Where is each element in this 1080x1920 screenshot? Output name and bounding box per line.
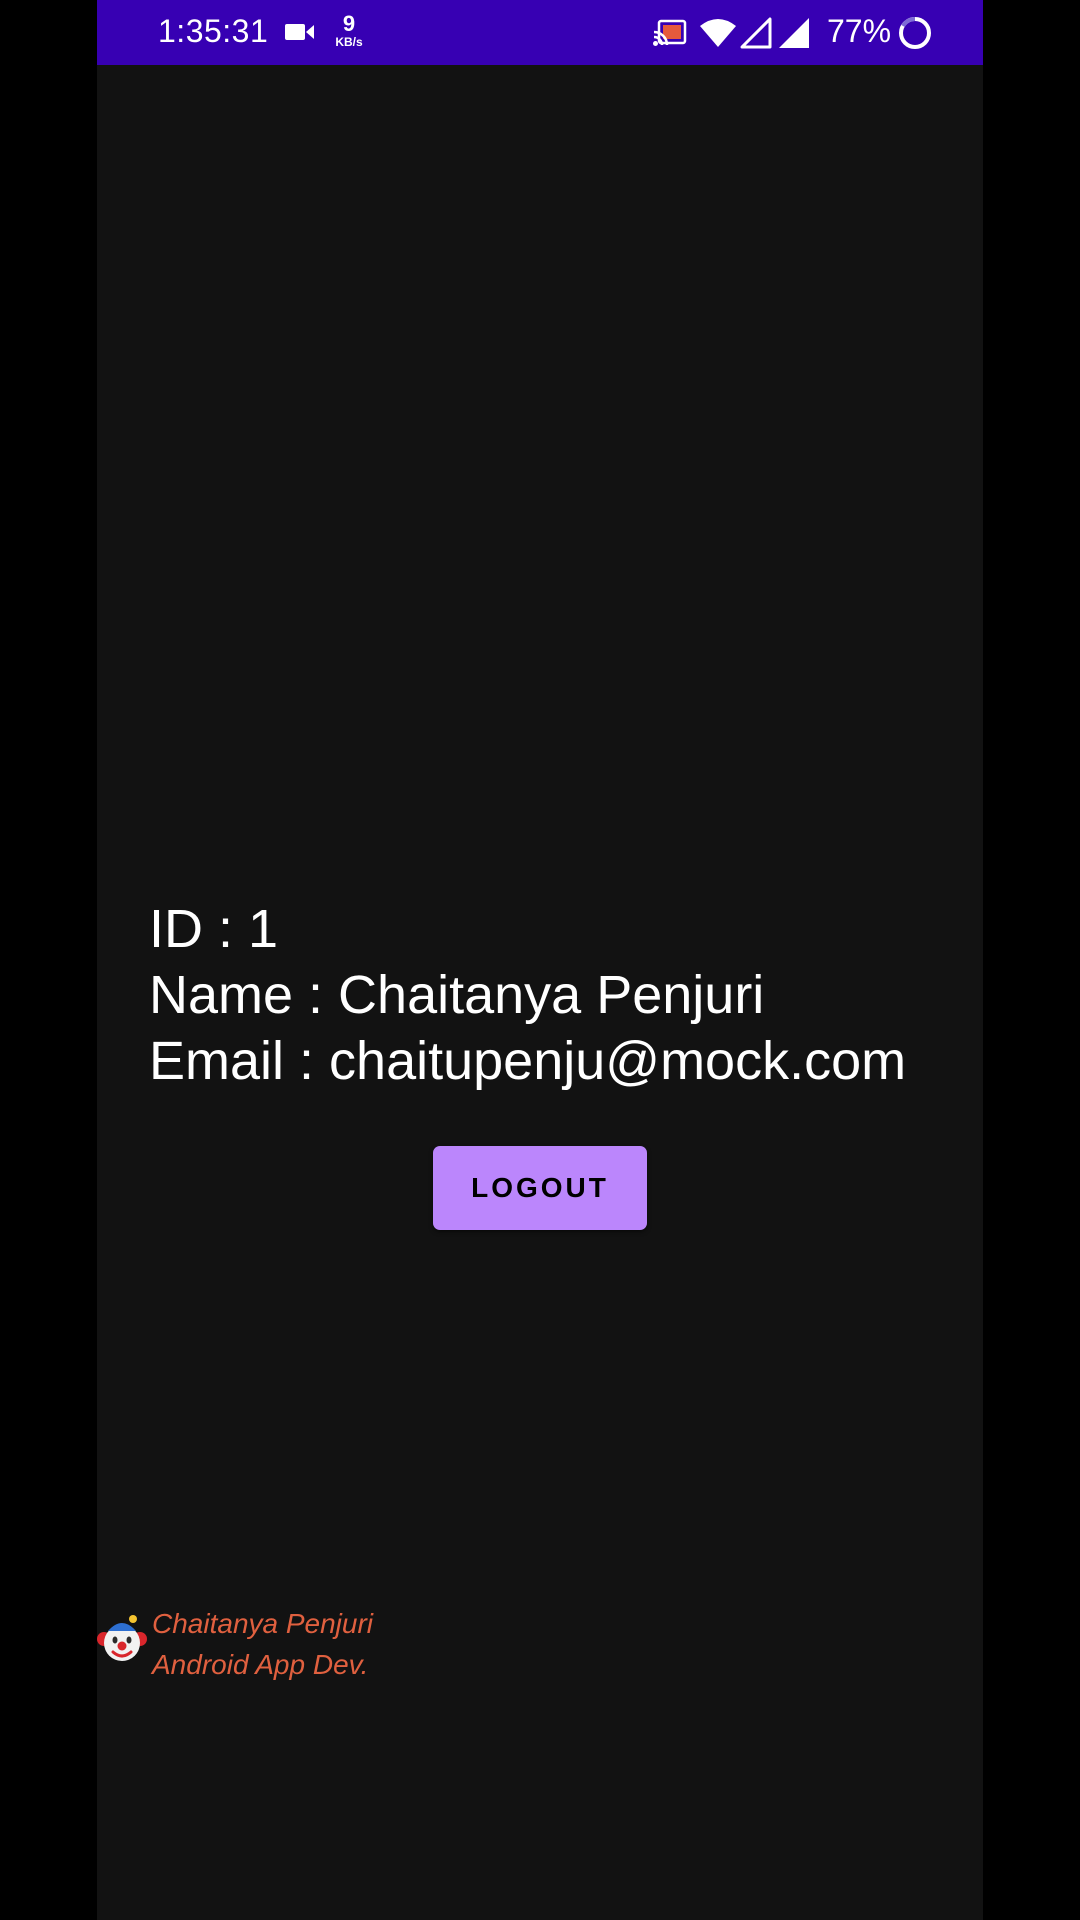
network-speed-unit: KB/s (335, 35, 363, 49)
app-screen: 1:35:31 9 KB/s 77% ID: 1 Name: Chaitan… (97, 0, 983, 1920)
wifi-icon (699, 18, 737, 48)
watermark-role: Android App Dev. (152, 1649, 369, 1680)
network-speed: 9 KB/s (329, 11, 369, 49)
cast-icon (653, 18, 687, 48)
user-id: ID : 1 (149, 899, 279, 959)
user-email: Email : chaitupenju@mock.com (149, 1031, 907, 1091)
cell-signal-icon (778, 17, 810, 49)
battery-ring-icon (897, 15, 933, 51)
video-camera-icon (285, 22, 315, 42)
watermark-text: Chaitanya Penjuri Android App Dev. (152, 1603, 373, 1685)
cell-signal-icon (740, 17, 772, 49)
status-bar: 1:35:31 9 KB/s 77% (97, 0, 983, 65)
status-time: 1:35:31 (158, 13, 269, 49)
battery-percent: 77% (827, 13, 892, 49)
watermark-name: Chaitanya Penjuri (152, 1608, 374, 1639)
network-speed-value: 9 (342, 11, 356, 36)
clown-face-icon (97, 1613, 147, 1665)
user-name: Name : Chaitanya Penjuri (149, 965, 765, 1025)
developer-watermark: Chaitanya Penjuri Android App Dev. (97, 1603, 457, 1683)
logout-button[interactable]: LOGOUT (433, 1146, 647, 1230)
user-info: ID : 1 Name : Chaitanya Penjuri Email : … (149, 896, 906, 1094)
